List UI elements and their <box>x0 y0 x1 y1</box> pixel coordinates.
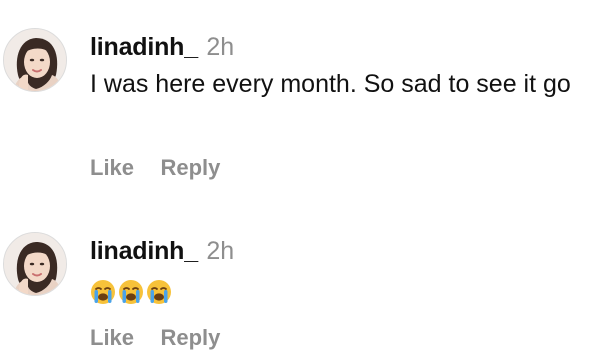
like-button[interactable]: Like <box>90 325 134 350</box>
timestamp[interactable]: 2h <box>206 33 234 61</box>
crying-face-icon <box>119 280 143 304</box>
comment-list: linadinh_ 2h I was here every month. So … <box>0 0 614 360</box>
avatar[interactable] <box>3 28 67 92</box>
comment-emojis <box>90 272 610 312</box>
avatar[interactable] <box>3 232 67 296</box>
crying-face-icon <box>91 280 115 304</box>
username[interactable]: linadinh_ <box>90 237 198 265</box>
reply-button[interactable]: Reply <box>160 155 220 180</box>
comment-meta: linadinh_ 2h <box>90 28 610 66</box>
reply-button[interactable]: Reply <box>160 325 220 350</box>
comment-text: I was here every month. So sad to see it… <box>90 70 571 98</box>
username[interactable]: linadinh_ <box>90 33 198 61</box>
comment-meta: linadinh_ 2h <box>90 232 610 270</box>
comment-body: linadinh_ 2h I was here every month. So … <box>90 28 610 103</box>
comment-actions: Like Reply <box>90 155 242 181</box>
crying-face-icon <box>147 280 171 304</box>
comment-body: linadinh_ 2h <box>90 232 610 312</box>
comment-actions: Like Reply <box>90 325 242 351</box>
like-button[interactable]: Like <box>90 155 134 180</box>
timestamp[interactable]: 2h <box>206 237 234 265</box>
